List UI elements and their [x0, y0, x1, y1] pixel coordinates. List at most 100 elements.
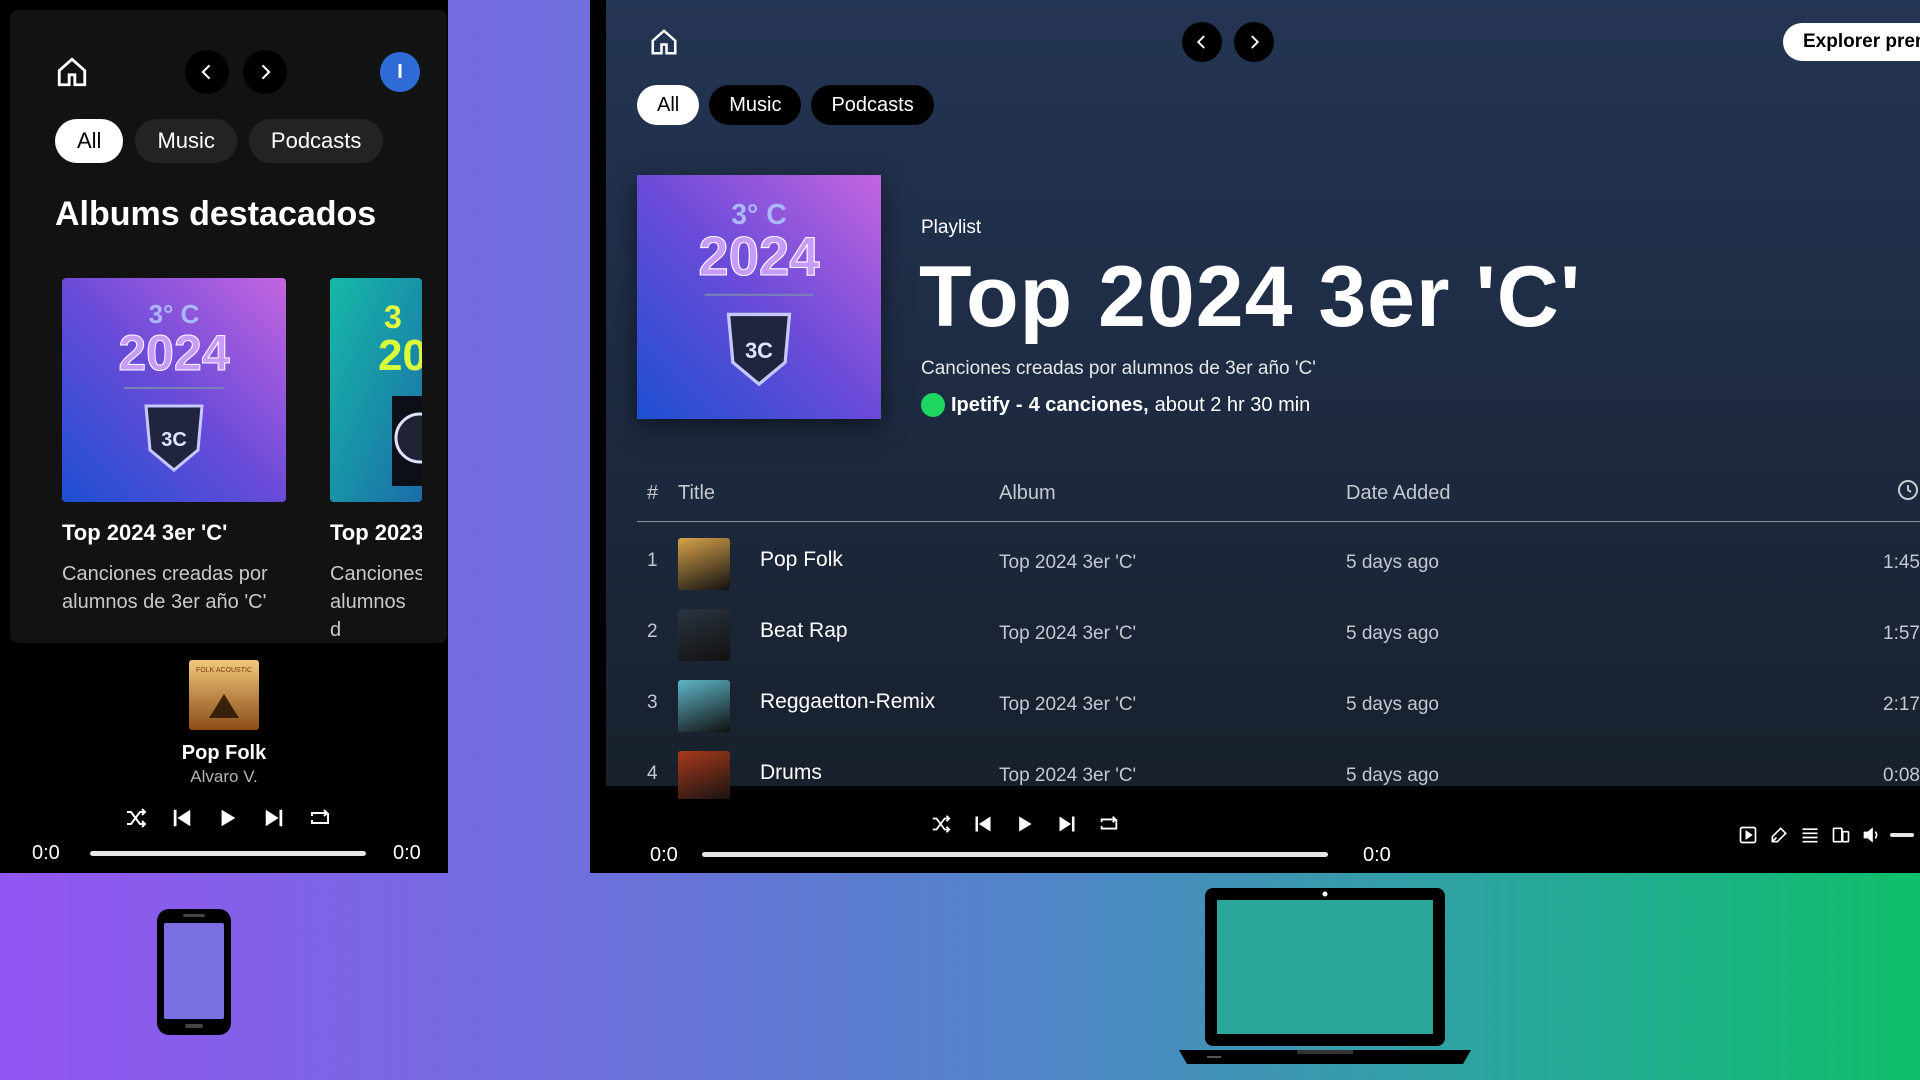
clock-icon [1896, 478, 1920, 508]
connect-device-icon[interactable] [1828, 822, 1853, 847]
play-icon[interactable] [205, 795, 251, 841]
next-icon[interactable] [1046, 801, 1088, 847]
now-playing: FOLK ACOUSTIC Pop Folk Alvaro V. [0, 660, 448, 787]
svg-text:2024: 2024 [118, 325, 229, 381]
progress-bar[interactable] [702, 852, 1328, 857]
track-number: 3 [647, 692, 658, 713]
home-icon[interactable] [50, 50, 94, 94]
album-title: Top 2024 3er 'C' [62, 520, 228, 545]
track-cover [678, 680, 730, 732]
progress-bar[interactable] [90, 851, 366, 856]
track-duration: 2:17 [1883, 694, 1920, 715]
previous-icon[interactable] [159, 795, 205, 841]
svg-text:FOLK ACOUSTIC: FOLK ACOUSTIC [196, 667, 252, 674]
total-time: 0:0 [1363, 844, 1391, 866]
track-date-added: 5 days ago [1346, 694, 1439, 715]
playlist-type: Playlist [921, 217, 982, 238]
svg-text:3C: 3C [161, 429, 187, 451]
playlist-page: Explorer prem All Music Podcasts 3° C 20… [606, 0, 1920, 799]
smartphone-icon [155, 907, 233, 1042]
extra-controls [1735, 822, 1914, 847]
track-album[interactable]: Top 2024 3er 'C' [999, 623, 1136, 645]
filter-podcasts[interactable]: Podcasts [248, 119, 384, 163]
svg-text:2023: 2023 [378, 331, 422, 380]
column-title: Title [678, 482, 716, 504]
track-title[interactable]: Drums [760, 761, 822, 785]
current-time: 0:0 [32, 842, 60, 864]
track-row[interactable]: 4 Drums Top 2024 3er 'C' 5 days ago 0:08 [637, 743, 1920, 799]
album-card[interactable]: 3 2023 Top 2023 Canciones alumnos d [330, 278, 422, 643]
album-card[interactable]: 3° C 2024 3C Top 2024 3er 'C' Canciones … [62, 278, 286, 616]
shuffle-icon[interactable] [920, 801, 962, 847]
previous-icon[interactable] [962, 801, 1004, 847]
svg-text:3C: 3C [745, 338, 773, 363]
now-playing-view-icon[interactable] [1735, 822, 1760, 847]
back-button[interactable] [185, 50, 229, 94]
mobile-view: I All Music Podcasts Albums destacados 3… [0, 0, 448, 873]
column-number: # [647, 482, 659, 504]
player-controls [920, 801, 1130, 847]
track-album[interactable]: Top 2024 3er 'C' [999, 694, 1136, 716]
album-description: Canciones alumnos d [330, 563, 422, 641]
track-date-added: 5 days ago [1346, 765, 1439, 786]
now-playing-cover: FOLK ACOUSTIC [189, 660, 259, 730]
track-album[interactable]: Top 2024 3er 'C' [999, 765, 1136, 787]
playlist-title: Top 2024 3er 'C' [919, 249, 1582, 345]
track-number: 2 [647, 621, 658, 642]
repeat-icon[interactable] [297, 795, 343, 841]
filter-chips: All Music Podcasts [637, 85, 934, 125]
playlist-duration: about 2 hr 30 min [1154, 393, 1311, 416]
forward-button[interactable] [243, 50, 287, 94]
desktop-view: Explorer prem All Music Podcasts 3° C 20… [590, 0, 1920, 873]
playlist-cover: 3° C 2024 3C [637, 175, 881, 419]
track-cover [678, 609, 730, 661]
filter-podcasts[interactable]: Podcasts [811, 85, 934, 125]
laptop-icon [1177, 886, 1473, 1073]
svg-text:3: 3 [384, 299, 402, 335]
track-title[interactable]: Reggaetton-Remix [760, 690, 935, 714]
total-time: 0:0 [393, 842, 421, 864]
album-cover: 3° C 2024 3C [62, 278, 286, 502]
filter-all[interactable]: All [637, 85, 700, 125]
track-duration: 0:08 [1883, 765, 1920, 786]
track-album[interactable]: Top 2024 3er 'C' [999, 552, 1136, 574]
track-title[interactable]: Beat Rap [760, 619, 848, 643]
track-number: 4 [647, 763, 658, 784]
queue-icon[interactable] [1797, 822, 1822, 847]
filter-all[interactable]: All [55, 119, 124, 163]
avatar[interactable]: I [380, 52, 420, 92]
track-table-header: # Title Album Date Added [637, 470, 1920, 522]
track-date-added: 5 days ago [1346, 623, 1439, 644]
volume-slider[interactable] [1890, 832, 1914, 837]
playlist-description: Canciones creadas por alumnos de 3er año… [921, 358, 1316, 379]
column-album: Album [999, 482, 1056, 504]
now-playing-title: Pop Folk [181, 742, 267, 764]
album-title: Top 2023 [330, 520, 422, 545]
back-button[interactable] [1182, 22, 1222, 62]
home-icon[interactable] [644, 22, 684, 62]
meta-separator: - [1015, 393, 1023, 416]
repeat-icon[interactable] [1088, 801, 1130, 847]
track-row[interactable]: 2 Beat Rap Top 2024 3er 'C' 5 days ago 1:57 [637, 601, 1920, 672]
filter-music[interactable]: Music [709, 85, 802, 125]
next-icon[interactable] [251, 795, 297, 841]
spotify-logo-icon [921, 393, 945, 417]
play-icon[interactable] [1004, 801, 1046, 847]
svg-text:2024: 2024 [698, 226, 819, 287]
playlist-owner[interactable]: Ipetify [951, 394, 1010, 417]
now-playing-artist: Alvaro V. [190, 767, 258, 786]
track-row[interactable]: 3 Reggaetton-Remix Top 2024 3er 'C' 5 days … [637, 672, 1920, 743]
forward-button[interactable] [1234, 22, 1274, 62]
lyrics-icon[interactable] [1766, 822, 1791, 847]
explore-premium-button[interactable]: Explorer prem [1783, 23, 1920, 61]
album-cover: 3 2023 [330, 278, 422, 502]
filter-music[interactable]: Music [135, 119, 237, 163]
track-title[interactable]: Pop Folk [760, 548, 843, 572]
song-count: 4 canciones, [1028, 393, 1149, 416]
track-cover [678, 538, 730, 590]
track-row[interactable]: 1 Pop Folk Top 2024 3er 'C' 5 days ago 1:45 [637, 530, 1920, 601]
album-description: Canciones creadas por alumnos de 3er año… [62, 563, 268, 613]
track-duration: 1:57 [1883, 623, 1920, 644]
volume-icon[interactable] [1859, 822, 1884, 847]
shuffle-icon[interactable] [113, 795, 159, 841]
